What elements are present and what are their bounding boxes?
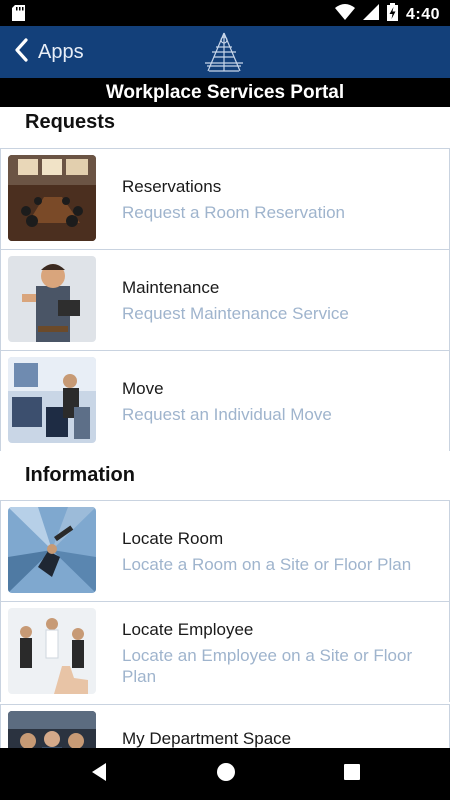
item-title: Locate Room [122,529,224,548]
item-subtitle: Request Maintenance Service [122,304,349,323]
status-time: 4:40 [405,5,440,23]
section-heading-requests: Requests [25,111,116,133]
item-title: Move [122,379,164,398]
item-title: My Department Space [122,729,292,748]
maintenance-worker-image [8,256,96,342]
item-title: Maintenance [122,278,220,297]
list-item-maintenance[interactable]: Maintenance Request Maintenance Service [0,249,450,350]
app-bar: Apps [0,26,450,78]
chevron-left-icon [14,37,28,67]
department-team-image [8,711,96,748]
sd-card-icon [12,5,25,26]
section-heading-information: Information [25,464,135,486]
conference-room-image [8,155,96,241]
status-bar: 4:40 [0,0,450,26]
battery-charging-icon [386,3,398,26]
item-title: Reservations [122,177,222,196]
portal-content[interactable]: Requests Reservations Request a Room Res… [0,107,450,748]
skyscraper-telescope-image [8,507,96,593]
item-subtitle: Locate a Room on a Site or Floor Plan [122,555,412,574]
home-circle-icon[interactable] [215,761,237,788]
list-item-locate-employee[interactable]: Locate Employee Locate an Employee on a … [0,601,450,702]
list-item-my-department-space[interactable]: My Department Space [0,704,450,748]
item-subtitle: Request an Individual Move [122,405,332,424]
back-label: Apps [38,40,84,63]
navigation-bar [0,748,450,800]
list-item-reservations[interactable]: Reservations Request a Room Reservation [0,148,450,249]
wifi-icon [334,4,355,25]
item-subtitle: Request a Room Reservation [122,203,346,222]
back-button[interactable]: Apps [14,26,84,78]
back-triangle-icon[interactable] [90,761,108,788]
list-item-move[interactable]: Move Request an Individual Move [0,350,450,451]
recents-square-icon[interactable] [342,761,362,788]
page-title: Workplace Services Portal [0,78,450,107]
app-logo-icon [201,30,247,74]
employees-hand-image [8,608,96,694]
item-title: Locate Employee [122,620,254,639]
list-item-locate-room[interactable]: Locate Room Locate a Room on a Site or F… [0,500,450,601]
signal-icon [362,4,379,25]
item-subtitle: Locate an Employee on a Site or Floor Pl… [122,646,413,686]
office-move-image [8,357,96,443]
